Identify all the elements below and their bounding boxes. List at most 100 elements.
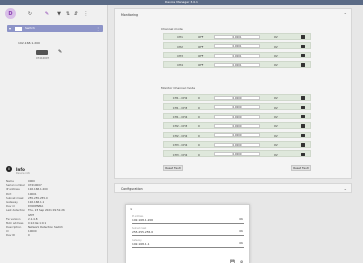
channel-value-field[interactable]: 0.0000 bbox=[214, 114, 260, 119]
channel-value-field[interactable]: 0.0000 bbox=[214, 152, 260, 157]
device-icon bbox=[36, 50, 48, 55]
channel-action-icon[interactable] bbox=[301, 44, 305, 49]
field-suffix: OK bbox=[239, 242, 243, 245]
channel-state: 0 bbox=[198, 124, 200, 129]
channel-unit: 0V bbox=[274, 143, 278, 148]
popup-field[interactable]: Gateway 192.168.1.1 OK bbox=[132, 239, 244, 248]
channel-name: CH4 bbox=[177, 63, 183, 68]
right-panel: Monitoring ⌃ Channel mode CH1 OFF 0.0001 0V… bbox=[114, 5, 363, 263]
left-panel: D ↻ ✎ ▼ ⇅ ⇵ ⋮ ▾ Switch ⋮ 192.168.1.200 ✎… bbox=[0, 5, 108, 263]
info-panel: i Info Device info Name 0000 Serial number… bbox=[6, 166, 104, 237]
channel-action-icon[interactable] bbox=[301, 35, 305, 39]
sort-icon[interactable]: ⇅ bbox=[64, 10, 72, 18]
channel-value-field[interactable]: 0.0000 bbox=[214, 105, 260, 110]
channel-unit: 0V bbox=[274, 124, 278, 129]
channel-value-field[interactable]: 0.0000 bbox=[214, 95, 260, 100]
toolbar: D ↻ ✎ ▼ ⇅ ⇵ ⋮ bbox=[0, 5, 108, 21]
collapse-icon[interactable]: ⌃ bbox=[344, 12, 347, 17]
refresh-icon[interactable]: ↻ bbox=[26, 10, 34, 18]
channel-unit: 0V bbox=[274, 63, 278, 68]
channel-action-icon[interactable] bbox=[301, 105, 305, 110]
monitoring-title[interactable]: Monitoring bbox=[121, 13, 138, 17]
channel-action-icon[interactable] bbox=[301, 53, 305, 58]
view-icon[interactable]: ⇵ bbox=[72, 10, 80, 18]
close-icon[interactable]: × bbox=[130, 207, 133, 211]
more-icon[interactable]: ⋮ bbox=[82, 10, 90, 18]
channel-value-field[interactable]: 0.0001 bbox=[214, 53, 260, 58]
channel-value-field[interactable]: 0.0000 bbox=[214, 133, 260, 138]
channel-unit: 0V bbox=[274, 152, 278, 157]
network-settings-popup: × IP address 192.168.1.200 OK Subnet mask 25… bbox=[125, 204, 250, 263]
channel-row: CH1 - CH4 0 0.0000 0V bbox=[163, 112, 311, 120]
channel-unit: 0V bbox=[274, 105, 278, 110]
channel-name: CH1 - CH4 bbox=[172, 115, 188, 120]
more-vert-icon[interactable]: ⋮ bbox=[96, 26, 100, 31]
info-value: Thu, 23 Sep 2021 09:51:26 bbox=[28, 208, 65, 213]
channel-value-field[interactable]: 0.0000 bbox=[214, 142, 260, 147]
device-label: Switch bbox=[25, 26, 35, 31]
channel-unit: 0V bbox=[274, 54, 278, 59]
cancel-icon[interactable]: ⊘ bbox=[239, 259, 244, 263]
channel-action-icon[interactable] bbox=[301, 114, 305, 119]
channel-row: CH4 OFF 0.0001 0V bbox=[163, 61, 311, 68]
channel-name: CH2 bbox=[177, 44, 183, 49]
field-suffix: OK bbox=[239, 230, 243, 233]
channel-row: CH3 - CH4 0 0.0000 0V bbox=[163, 141, 311, 148]
channel-unit: 0V bbox=[274, 133, 278, 138]
field-value[interactable]: 192.168.1.1 bbox=[132, 242, 149, 246]
channel-action-icon[interactable] bbox=[301, 124, 305, 128]
info-key: Dev ID bbox=[6, 233, 16, 238]
tree-subdevice[interactable]: 192.168.1.200 ✎ 07410007 bbox=[15, 35, 85, 65]
field-value[interactable]: 255.255.255.0 bbox=[132, 230, 153, 234]
reset-fault-left-button[interactable]: Reset Fault bbox=[163, 165, 183, 171]
channel-unit: 0V bbox=[274, 35, 278, 40]
popup-field[interactable]: IP address 192.168.1.200 OK bbox=[132, 215, 244, 224]
field-value[interactable]: 192.168.1.200 bbox=[132, 218, 153, 222]
channel-row: CH1 - CH2 0 0.0000 0V bbox=[163, 94, 311, 101]
channel-row: CH2 - CH4 0 0.0000 0V bbox=[163, 131, 311, 139]
channel-row: CH2 OFF 0.0001 0V bbox=[163, 42, 311, 49]
popup-field[interactable]: Subnet mask 255.255.255.0 OK bbox=[132, 227, 244, 236]
channel-action-icon[interactable] bbox=[301, 63, 305, 67]
add-network-icon[interactable]: ✎ bbox=[43, 10, 51, 18]
channel-state: 0 bbox=[198, 115, 200, 120]
channel-action-icon[interactable] bbox=[301, 143, 305, 147]
save-icon[interactable]: 💾 bbox=[230, 259, 235, 263]
reset-fault-right-button[interactable]: Reset Fault bbox=[291, 165, 311, 171]
channel-value-field[interactable]: 0.0001 bbox=[214, 34, 260, 39]
configuration-title[interactable]: Configuration bbox=[121, 187, 143, 191]
info-row: Last detection Thu, 23 Sep 2021 09:51:26 bbox=[6, 208, 65, 212]
channel-state: 0 bbox=[198, 96, 200, 101]
monitor-channel-title: Monitor Channel mode bbox=[161, 86, 196, 90]
channel-state: 0 bbox=[198, 133, 200, 138]
channel-action-icon[interactable] bbox=[301, 96, 305, 100]
channel-name: CH3 - CH4 bbox=[172, 152, 188, 157]
info-table: Name 0000 Serial number 07410007 IP address 1… bbox=[6, 179, 65, 238]
info-key: Last detection bbox=[6, 208, 26, 213]
channel-action-icon[interactable] bbox=[301, 133, 305, 138]
configuration-card[interactable]: Configuration ⌄ bbox=[114, 183, 352, 193]
channel-value-field[interactable]: 0.0001 bbox=[214, 62, 260, 67]
channel-mode-title: Channel mode bbox=[161, 27, 183, 31]
channel-value-field[interactable]: 0.0000 bbox=[214, 123, 260, 128]
channel-state: OFF bbox=[198, 44, 204, 49]
channel-name: CH2 - CH4 bbox=[172, 133, 188, 138]
info-title: Info bbox=[16, 166, 25, 172]
channel-name: CH3 bbox=[177, 54, 183, 59]
channel-state: OFF bbox=[198, 54, 204, 59]
channel-value-field[interactable]: 0.0001 bbox=[214, 44, 260, 49]
switch-device-icon bbox=[15, 26, 22, 31]
expand-icon[interactable]: ⌄ bbox=[344, 186, 347, 191]
channel-row: CH1 - CH3 0 0.0000 0V bbox=[163, 103, 311, 110]
tree-device-switch[interactable]: ▾ Switch ⋮ bbox=[7, 25, 103, 32]
channel-unit: 0V bbox=[274, 44, 278, 49]
info-row: Dev ID 0 bbox=[6, 233, 65, 237]
channel-action-icon[interactable] bbox=[301, 152, 305, 157]
monitoring-card: Monitoring ⌃ Channel mode CH1 OFF 0.0001 0V… bbox=[114, 8, 352, 179]
channel-state: OFF bbox=[198, 63, 204, 68]
channel-state: 0 bbox=[198, 105, 200, 110]
filter-icon[interactable]: ▼ bbox=[55, 10, 63, 18]
chevron-down-icon[interactable]: ▾ bbox=[9, 26, 11, 31]
channel-name: CH2 - CH3 bbox=[172, 124, 188, 129]
edit-icon[interactable]: ✎ bbox=[58, 49, 62, 55]
